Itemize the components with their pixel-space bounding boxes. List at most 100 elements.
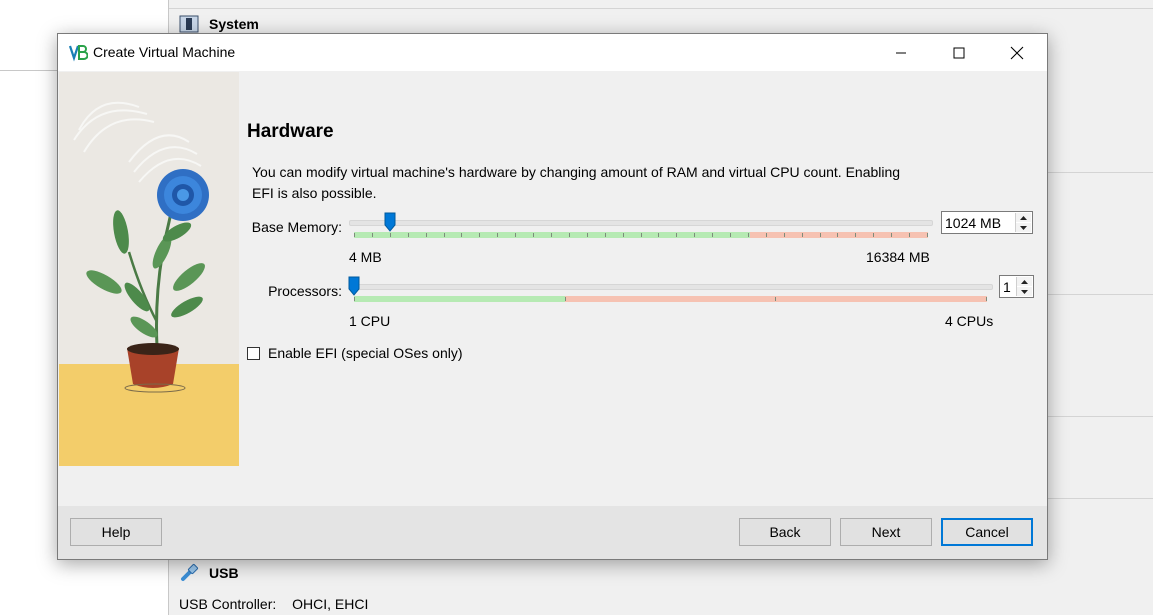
arrow-up-icon xyxy=(1021,279,1028,284)
processors-scale-tick xyxy=(775,297,776,301)
base-memory-increment[interactable] xyxy=(1016,213,1031,222)
usb-section-header[interactable]: USB xyxy=(179,563,239,583)
base-memory-scale-tick xyxy=(479,233,480,237)
base-memory-scale-tick xyxy=(533,233,534,237)
base-memory-scale-warning xyxy=(750,232,928,238)
base-memory-scale-tick xyxy=(891,233,892,237)
system-section-header[interactable]: System xyxy=(179,15,259,33)
usb-controller-label: USB Controller: xyxy=(179,596,277,612)
title-bar[interactable]: Create Virtual Machine xyxy=(58,34,1047,71)
hardware-page: Hardware You can modify virtual machine'… xyxy=(58,71,1047,506)
base-memory-scale-tick xyxy=(694,233,695,237)
base-memory-scale-tick xyxy=(497,233,498,237)
usb-controller-row: USB Controller: OHCI, EHCI xyxy=(179,596,368,612)
base-memory-label: Base Memory: xyxy=(251,219,342,235)
arrow-down-icon xyxy=(1021,289,1028,294)
close-button[interactable] xyxy=(988,34,1046,71)
processors-spinbox[interactable]: 1 xyxy=(999,275,1034,298)
processors-spin-buttons xyxy=(1016,277,1032,296)
base-memory-scale-tick xyxy=(515,233,516,237)
base-memory-scale-tick xyxy=(444,233,445,237)
dialog-button-bar: Help Back Next Cancel xyxy=(58,506,1047,559)
base-memory-scale-tick xyxy=(784,233,785,237)
base-memory-scale xyxy=(354,232,928,238)
arrow-up-icon xyxy=(1020,215,1027,220)
base-memory-spin-buttons xyxy=(1015,213,1031,232)
base-memory-scale-tick xyxy=(551,233,552,237)
base-memory-scale-tick xyxy=(730,233,731,237)
chip-icon xyxy=(179,15,199,33)
close-icon xyxy=(1010,46,1024,59)
back-button[interactable]: Back xyxy=(739,518,831,546)
base-memory-scale-tick xyxy=(461,233,462,237)
processors-scale-tick xyxy=(986,297,987,301)
processors-decrement[interactable] xyxy=(1017,287,1032,296)
help-button[interactable]: Help xyxy=(70,518,162,546)
base-memory-spinbox[interactable]: 1024 MB xyxy=(941,211,1033,234)
enable-efi-label[interactable]: Enable EFI (special OSes only) xyxy=(268,345,463,361)
enable-efi-checkbox[interactable] xyxy=(247,346,260,360)
usb-controller-value: OHCI, EHCI xyxy=(292,596,369,612)
base-memory-slider-track[interactable] xyxy=(349,220,933,226)
processors-increment[interactable] xyxy=(1017,277,1032,286)
base-memory-min-label: 4 MB xyxy=(349,249,382,265)
next-button[interactable]: Next xyxy=(840,518,932,546)
processors-scale-tick xyxy=(565,297,566,301)
base-memory-scale-tick xyxy=(802,233,803,237)
usb-icon xyxy=(181,563,199,581)
processors-slider-thumb[interactable] xyxy=(348,276,360,296)
virtualbox-logo-icon xyxy=(68,45,88,62)
base-memory-scale-tick xyxy=(390,233,391,237)
base-memory-scale-tick xyxy=(372,233,373,237)
base-memory-scale-tick xyxy=(587,233,588,237)
base-memory-scale-tick xyxy=(569,233,570,237)
base-memory-scale-tick xyxy=(712,233,713,237)
background-divider xyxy=(169,8,1153,9)
maximize-button[interactable] xyxy=(930,34,988,71)
base-memory-scale-tick xyxy=(766,233,767,237)
base-memory-scale-tick xyxy=(873,233,874,237)
dialog-title: Create Virtual Machine xyxy=(93,44,236,60)
base-memory-scale-tick xyxy=(927,233,928,237)
base-memory-scale-tick xyxy=(676,233,677,237)
processors-label: Processors: xyxy=(268,283,342,299)
system-section-title: System xyxy=(209,16,259,32)
base-memory-scale-tick xyxy=(837,233,838,237)
processors-max-label: 4 CPUs xyxy=(945,313,994,329)
create-vm-dialog: Create Virtual Machine Hardware You can … xyxy=(57,33,1048,560)
base-memory-scale-tick xyxy=(641,233,642,237)
processors-scale-tick xyxy=(354,297,355,301)
minimize-icon xyxy=(896,52,906,53)
processors-scale-ok xyxy=(354,296,565,302)
processors-scale xyxy=(354,296,987,302)
page-description: You can modify virtual machine's hardwar… xyxy=(252,162,972,204)
enable-efi-row[interactable]: Enable EFI (special OSes only) xyxy=(247,345,463,361)
processors-value[interactable]: 1 xyxy=(1003,279,1011,295)
base-memory-scale-tick xyxy=(909,233,910,237)
base-memory-scale-tick xyxy=(623,233,624,237)
base-memory-slider-thumb[interactable] xyxy=(384,212,396,232)
processors-min-label: 1 CPU xyxy=(349,313,391,329)
base-memory-scale-tick xyxy=(426,233,427,237)
base-memory-value[interactable]: 1024 MB xyxy=(945,215,1001,231)
maximize-icon xyxy=(953,47,965,58)
base-memory-scale-tick xyxy=(855,233,856,237)
minimize-button[interactable] xyxy=(872,34,930,71)
base-memory-scale-tick xyxy=(354,233,355,237)
base-memory-scale-tick xyxy=(658,233,659,237)
base-memory-scale-tick xyxy=(748,233,749,237)
page-description-line: You can modify virtual machine's hardwar… xyxy=(252,164,901,180)
base-memory-scale-tick xyxy=(820,233,821,237)
base-memory-scale-ok xyxy=(354,232,750,238)
page-heading: Hardware xyxy=(247,121,334,142)
processors-scale-warning xyxy=(565,296,987,302)
base-memory-decrement[interactable] xyxy=(1016,223,1031,232)
usb-section-title: USB xyxy=(209,565,239,581)
cancel-button[interactable]: Cancel xyxy=(941,518,1033,546)
base-memory-scale-tick xyxy=(408,233,409,237)
base-memory-max-label: 16384 MB xyxy=(866,249,930,265)
base-memory-scale-tick xyxy=(605,233,606,237)
page-description-line: EFI is also possible. xyxy=(252,185,377,201)
arrow-down-icon xyxy=(1020,225,1027,230)
processors-slider-track[interactable] xyxy=(349,284,993,290)
